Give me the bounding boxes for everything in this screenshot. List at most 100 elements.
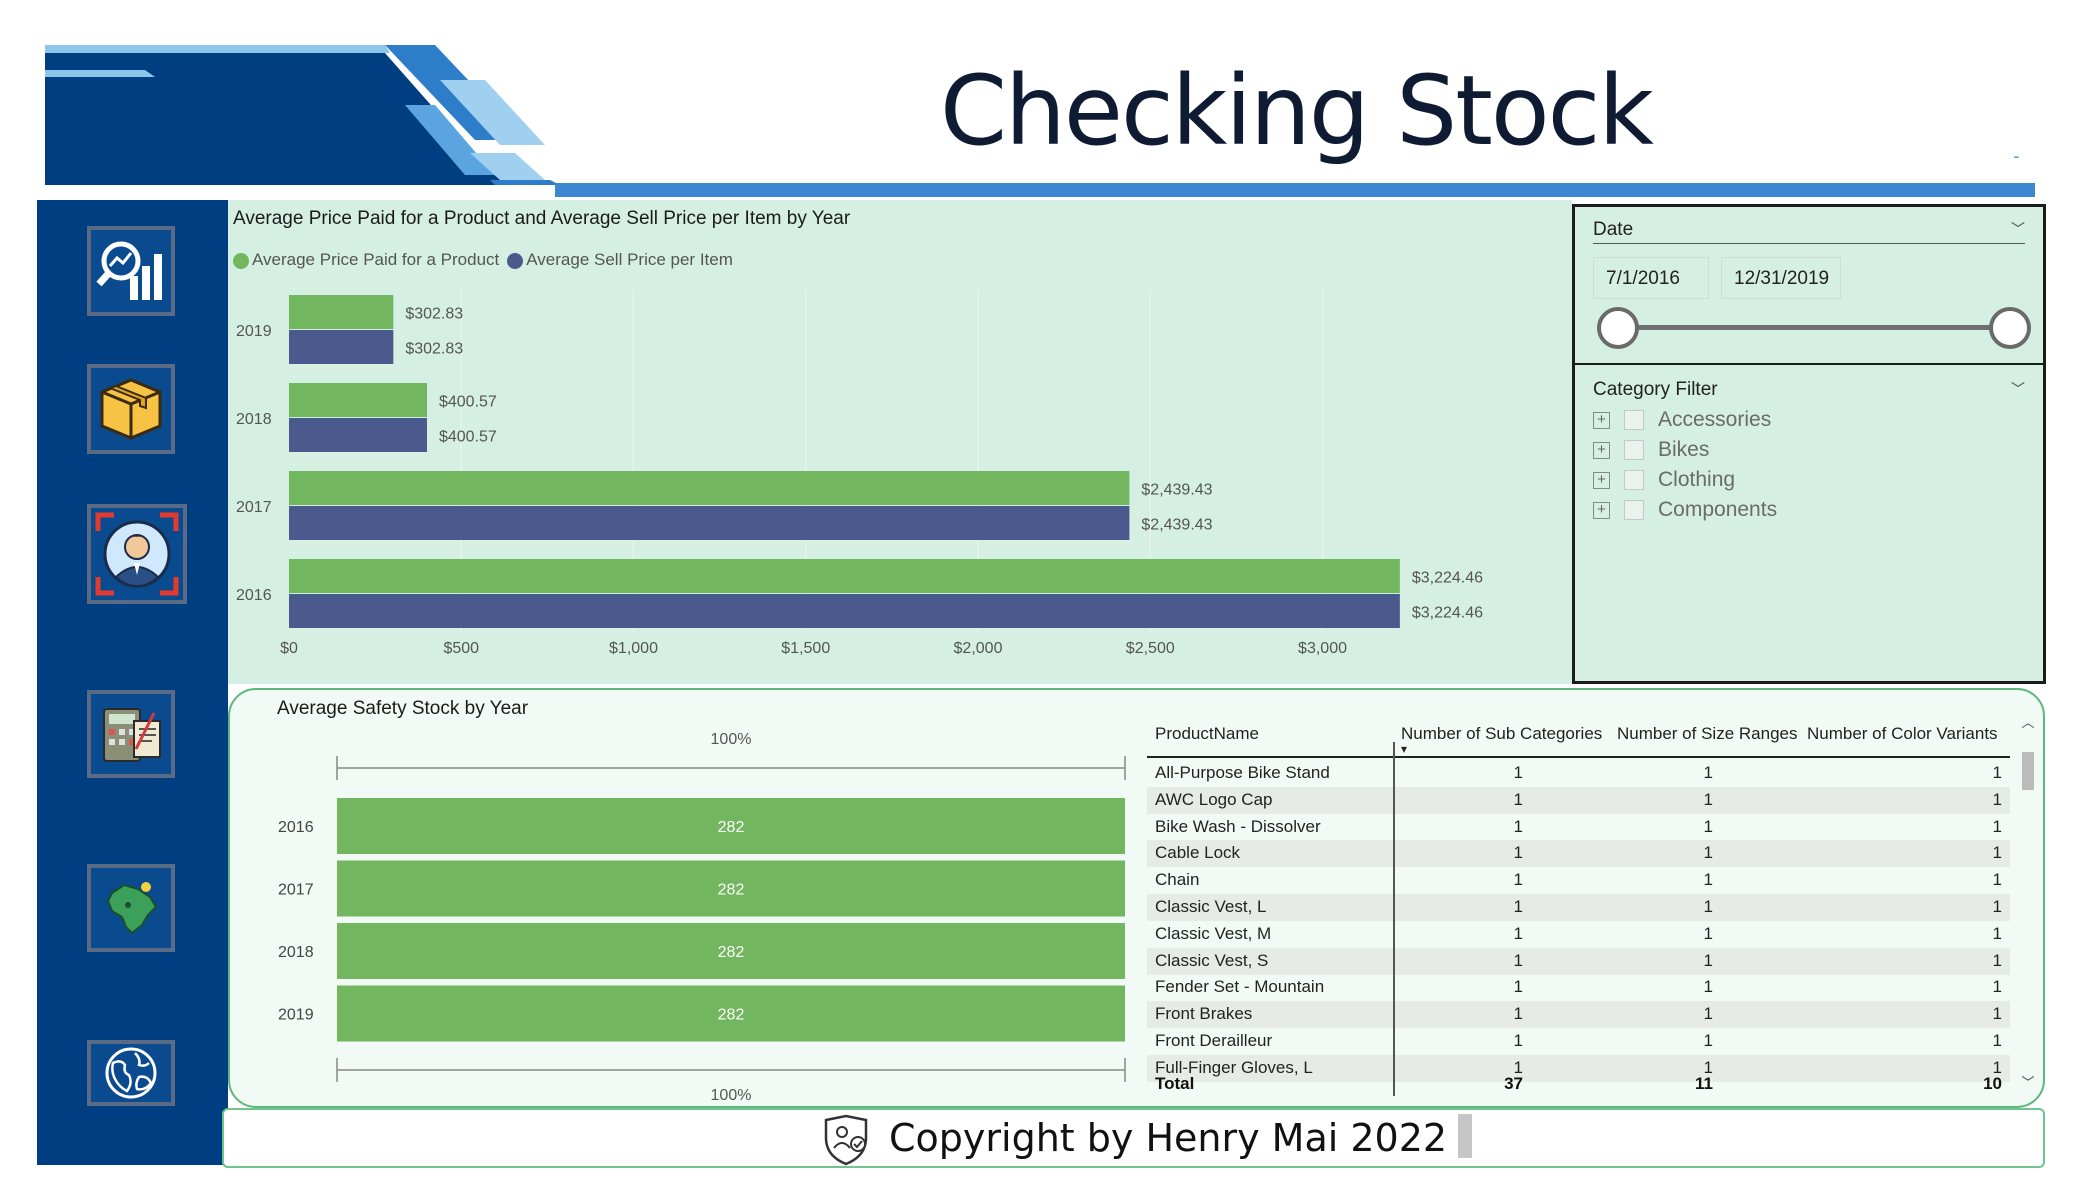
legend-item-sell[interactable]: Average Sell Price per Item (507, 250, 733, 270)
category-checkbox[interactable] (1624, 440, 1644, 460)
cell-color-variants: 1 (1992, 870, 2002, 890)
table-row[interactable]: Front Derailleur 1 1 1 (1147, 1028, 2010, 1055)
data-label: 282 (718, 819, 745, 836)
cell-subcategories: 1 (1513, 1004, 1523, 1024)
table-row[interactable]: All-Purpose Bike Stand 1 1 1 (1147, 760, 2010, 787)
calculator-finance-icon (103, 708, 161, 762)
bottom-panel: 100% 2016 282 2017 282 2018 282 2019 282 100% Ave… (228, 688, 2045, 1108)
date-end-handle[interactable] (1989, 307, 2031, 349)
cell-color-variants: 1 (1992, 843, 2002, 863)
product-table: ProductName Number of Sub Categories Num… (1147, 704, 2010, 1096)
cell-product-name: Chain (1155, 870, 1200, 890)
category-label: Clothing (1658, 468, 1736, 491)
table-row[interactable]: Chain 1 1 1 (1147, 867, 2010, 894)
scroll-up-icon[interactable]: ︿ (2020, 712, 2036, 731)
table-row[interactable]: Cable Lock 1 1 1 (1147, 840, 2010, 868)
table-row[interactable]: Bike Wash - Dissolver 1 1 1 (1147, 814, 2010, 841)
sort-desc-icon[interactable]: ▾ (1401, 742, 1407, 756)
nav-inventory-button[interactable] (87, 364, 175, 454)
price-chart-panel: $0 $500 $1,000 $1,500 $2,000 $2,500 $3,000 2019… (228, 200, 1572, 684)
date-end-input[interactable]: 12/31/2019 (1721, 257, 1841, 299)
cell-color-variants: 1 (1992, 1031, 2002, 1050)
legend-label-paid: Average Price Paid for a Product (252, 250, 500, 269)
brazil-map-icon (106, 882, 158, 935)
expand-plus-icon[interactable]: + (1593, 501, 1610, 519)
total-label: Total (1155, 1074, 1195, 1093)
data-label: $2,439.43 (1141, 517, 1212, 534)
category-label: Components (1658, 498, 1778, 521)
cell-size-ranges: 1 (1703, 950, 1713, 970)
date-start-input[interactable]: 7/1/2016 (1593, 257, 1709, 299)
x-tick-label: $0 (280, 640, 298, 657)
total-color-variants: 10 (1983, 1074, 2002, 1093)
cell-product-name: Classic Vest, M (1155, 923, 1272, 943)
cell-product-name: Classic Vest, L (1155, 897, 1267, 916)
date-start-handle[interactable] (1597, 307, 1639, 349)
scroll-down-icon[interactable]: ﹀ (2020, 1072, 2036, 1091)
table-row[interactable]: Classic Vest, S 1 1 1 (1147, 947, 2010, 975)
table-row[interactable]: Front Brakes 1 1 1 (1147, 1001, 2010, 1029)
table-row[interactable]: Fender Set - Mountain 1 1 1 (1147, 974, 2010, 1001)
table-row[interactable]: Classic Vest, M 1 1 1 (1147, 921, 2010, 948)
cell-product-name: Front Brakes (1155, 1004, 1253, 1024)
cell-subcategories: 1 (1513, 870, 1523, 890)
bar-sell (289, 506, 1130, 540)
table-row[interactable]: AWC Logo Cap 1 1 1 (1147, 786, 2010, 814)
cell-size-ranges: 1 (1703, 789, 1713, 809)
expand-plus-icon[interactable]: + (1593, 441, 1610, 459)
data-label: 282 (718, 1007, 745, 1024)
category-item-clothing[interactable]: + Clothing (1593, 467, 1735, 493)
category-item-components[interactable]: + Components (1593, 497, 1777, 523)
shield-copyright-icon (824, 1114, 868, 1166)
cell-size-ranges: 1 (1703, 1031, 1713, 1050)
x-tick-label: $3,000 (1298, 640, 1347, 657)
safety-chart-title: Average Safety Stock by Year (277, 698, 529, 719)
category-checkbox[interactable] (1624, 500, 1644, 520)
category-checkbox[interactable] (1624, 410, 1644, 430)
expand-plus-icon[interactable]: + (1593, 471, 1610, 489)
cell-subcategories: 1 (1513, 789, 1523, 809)
table-scrollbar[interactable]: ︿ ﹀ (2020, 712, 2036, 1092)
scroll-thumb[interactable] (2022, 752, 2034, 790)
category-label: Bikes (1658, 438, 1710, 461)
date-range-track[interactable] (1619, 325, 2011, 330)
category-chevron-down-icon[interactable]: ﹀ (2011, 379, 2025, 399)
package-box-icon (100, 378, 162, 440)
date-chevron-down-icon[interactable]: ﹀ (2011, 219, 2025, 239)
x-tick-label: $1,500 (781, 640, 830, 657)
bar-paid (289, 295, 394, 329)
nav-finance-button[interactable] (87, 690, 175, 778)
cell-color-variants: 1 (1992, 816, 2002, 836)
footer: Copyright by Henry Mai 2022 (222, 1108, 2045, 1168)
bar-paid (289, 383, 427, 417)
table-row[interactable]: Classic Vest, L 1 1 1 (1147, 894, 2010, 921)
category-checkbox[interactable] (1624, 470, 1644, 490)
cell-subcategories: 1 (1513, 977, 1523, 997)
data-label: 282 (718, 944, 745, 961)
cell-color-variants: 1 (1992, 950, 2002, 970)
y-category-label: 2016 (236, 587, 272, 604)
cell-size-ranges: 1 (1703, 763, 1713, 782)
y-category-label: 2019 (278, 1007, 314, 1024)
bar-paid (289, 471, 1130, 505)
cell-color-variants: 1 (1992, 897, 2002, 916)
x-tick-label: $2,500 (1126, 640, 1175, 657)
legend-dot-sell (507, 252, 524, 269)
safety-stock-chart: 100% 2016 282 2017 282 2018 282 2019 282 100% (278, 731, 1126, 1104)
nav-analytics-button[interactable] (87, 226, 175, 316)
data-label: $2,439.43 (1141, 482, 1212, 499)
expand-plus-icon[interactable]: + (1593, 411, 1610, 429)
nav-employee-button[interactable] (87, 504, 187, 604)
legend-item-paid[interactable]: Average Price Paid for a Product (233, 250, 499, 270)
bar-sell (289, 594, 1400, 628)
category-item-accessories[interactable]: + Accessories (1593, 407, 1771, 433)
data-label: $3,224.46 (1412, 570, 1483, 587)
nav-global-button[interactable] (87, 1040, 175, 1106)
header-stripe (555, 183, 2035, 197)
cell-subcategories: 1 (1513, 950, 1523, 970)
footer-marker (1458, 1114, 1472, 1158)
price-chart-title: Average Price Paid for a Product and Ave… (233, 208, 851, 229)
category-item-bikes[interactable]: + Bikes (1593, 437, 1709, 463)
cell-product-name: Classic Vest, S (1155, 950, 1269, 970)
nav-region-button[interactable] (87, 864, 175, 952)
